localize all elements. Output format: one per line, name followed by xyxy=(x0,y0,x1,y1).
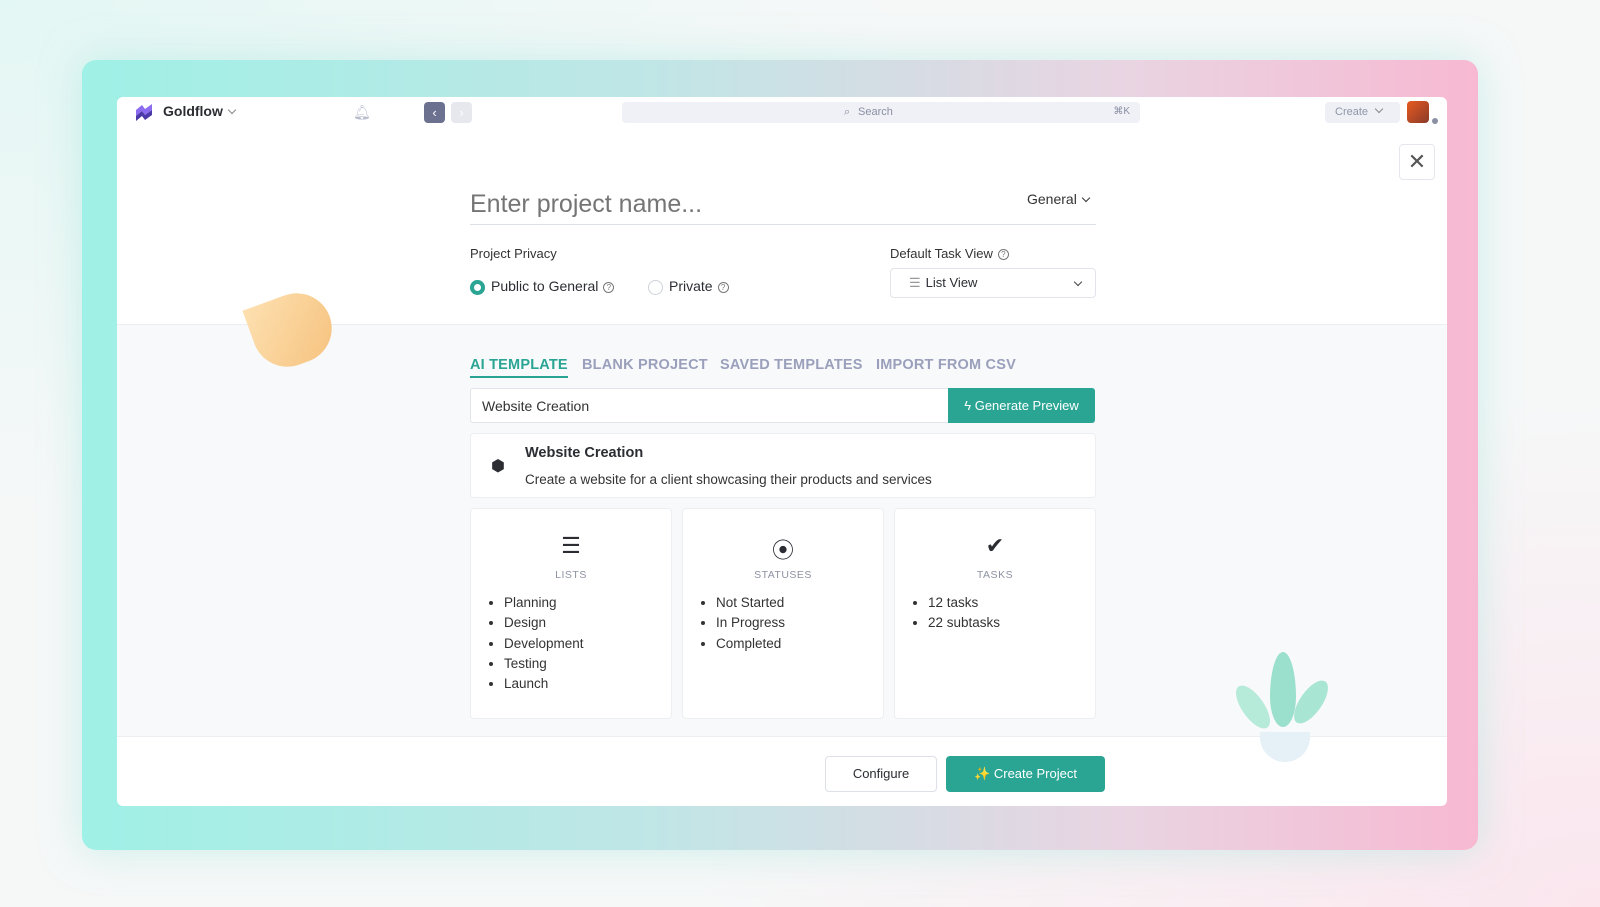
privacy-private-radio[interactable]: Private? xyxy=(648,278,729,295)
check-icon: ✔ xyxy=(985,533,1005,558)
generate-preview-button[interactable]: ϟ Generate Preview xyxy=(948,388,1095,423)
subtask-count: 22 subtasks xyxy=(928,613,1095,633)
generate-preview-label: Generate Preview xyxy=(974,398,1079,413)
template-description: Create a website for a client showcasing… xyxy=(525,472,932,487)
status-item: Completed xyxy=(716,634,883,654)
configure-button[interactable]: Configure xyxy=(825,756,937,792)
list-item: Testing xyxy=(504,654,671,674)
list-item: Launch xyxy=(504,674,671,694)
chevron-down-icon xyxy=(1081,193,1091,203)
goldflow-logo-icon xyxy=(136,104,152,121)
chevron-down-icon xyxy=(227,105,237,115)
search-icon: ⌕ xyxy=(844,106,851,118)
template-prompt-input[interactable] xyxy=(470,388,950,423)
forward-button[interactable]: › xyxy=(451,102,472,123)
lists-card: ☰ LISTS PlanningDesignDevelopmentTesting… xyxy=(470,508,672,719)
list-item: Development xyxy=(504,634,671,654)
tab-import-csv[interactable]: IMPORT FROM CSV xyxy=(876,357,1016,373)
create-label: Create xyxy=(1335,106,1369,118)
help-icon[interactable]: ? xyxy=(603,281,615,293)
tab-ai-template[interactable]: AI TEMPLATE xyxy=(470,357,568,378)
space-selector[interactable]: General xyxy=(1027,191,1091,207)
search-placeholder: Search xyxy=(858,106,893,118)
statuses-card: ⦿ STATUSES Not StartedIn ProgressComplet… xyxy=(682,508,884,719)
status-item: Not Started xyxy=(716,593,883,613)
top-bar: Goldflow 🔔︎ ‹ › ⌕ Search ⌘K Create xyxy=(117,97,1447,127)
list-item: Planning xyxy=(504,593,671,613)
search-shortcut: ⌘K xyxy=(1113,106,1130,117)
search-bar[interactable]: ⌕ Search ⌘K xyxy=(622,102,1140,123)
list-icon: ☰ xyxy=(561,533,581,558)
task-view-value: List View xyxy=(925,275,978,290)
status-icon: ⦿ xyxy=(771,538,794,563)
create-project-label: Create Project xyxy=(993,766,1077,781)
card-title: TASKS xyxy=(976,569,1014,581)
user-avatar[interactable] xyxy=(1407,101,1429,123)
cube-icon: ⬢ xyxy=(491,458,505,475)
radio-selected xyxy=(470,279,485,295)
tab-saved-templates[interactable]: SAVED TEMPLATES xyxy=(720,357,863,373)
bolt-icon: ϟ xyxy=(964,398,975,413)
template-title: Website Creation xyxy=(525,445,644,461)
chevron-down-icon xyxy=(1073,277,1083,287)
bell-icon[interactable]: 🔔︎ xyxy=(353,104,371,121)
app-window: Goldflow 🔔︎ ‹ › ⌕ Search ⌘K Create ✕ Gen… xyxy=(117,97,1447,806)
privacy-public-radio[interactable]: Public to General? xyxy=(470,278,615,295)
space-label: General xyxy=(1027,191,1077,207)
card-title: LISTS xyxy=(555,569,587,581)
template-summary: ⬢ Website Creation Create a website for … xyxy=(470,433,1096,498)
workspace-switcher[interactable]: Goldflow xyxy=(163,103,237,119)
back-button[interactable]: ‹ xyxy=(424,102,445,123)
plant-decoration xyxy=(1229,652,1335,762)
create-menu-button[interactable]: Create xyxy=(1325,102,1400,123)
task-count: 12 tasks xyxy=(928,593,1095,613)
chevron-down-icon xyxy=(1374,104,1384,114)
close-button[interactable]: ✕ xyxy=(1399,144,1435,180)
radio-unselected xyxy=(648,279,663,295)
card-title: STATUSES xyxy=(754,569,812,581)
privacy-label: Project Privacy xyxy=(470,246,557,261)
public-label: Public to General xyxy=(491,278,599,294)
help-icon[interactable]: ? xyxy=(997,249,1009,261)
help-icon[interactable]: ? xyxy=(717,281,729,293)
workspace-name: Goldflow xyxy=(163,103,223,119)
list-icon: ☰ xyxy=(909,275,921,290)
project-name-input[interactable] xyxy=(470,185,1096,225)
status-item: In Progress xyxy=(716,613,883,633)
task-view-label: Default Task View? xyxy=(890,246,1009,261)
create-project-button[interactable]: ✨ Create Project xyxy=(946,756,1105,792)
sparkle-icon: ✨ xyxy=(974,766,994,781)
private-label: Private xyxy=(669,278,713,294)
tasks-card: ✔ TASKS 12 tasks22 subtasks xyxy=(894,508,1096,719)
task-view-select[interactable]: ☰ List View xyxy=(890,268,1096,298)
list-item: Design xyxy=(504,613,671,633)
tab-blank-project[interactable]: BLANK PROJECT xyxy=(582,357,708,373)
online-status-dot xyxy=(1432,118,1438,124)
task-view-label-text: Default Task View xyxy=(890,246,993,261)
